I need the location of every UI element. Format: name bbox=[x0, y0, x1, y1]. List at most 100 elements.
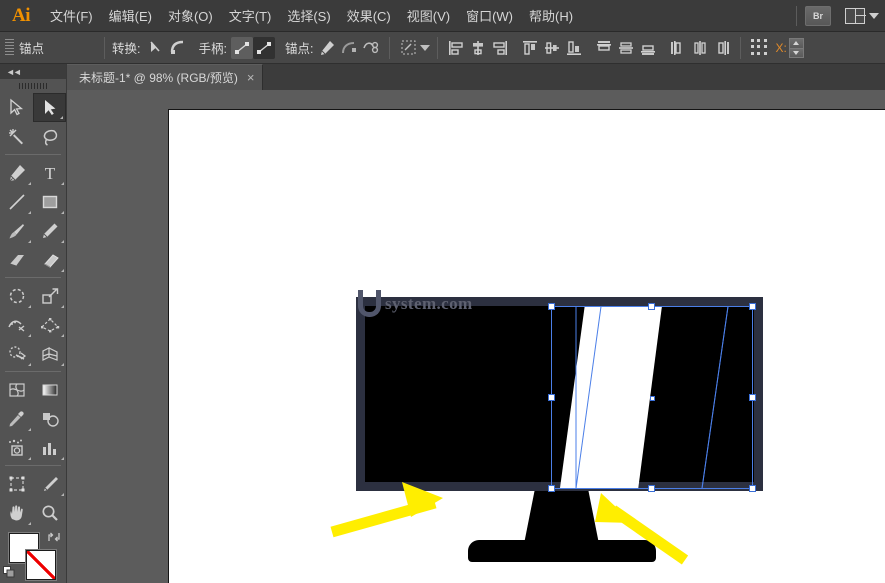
tool-eyedropper[interactable] bbox=[0, 404, 33, 433]
distribute-middle-icon[interactable] bbox=[615, 37, 637, 59]
monitor-bezel[interactable]: system.com bbox=[356, 290, 763, 491]
tool-artboard[interactable] bbox=[0, 469, 33, 498]
menu-file[interactable]: 文件(F) bbox=[42, 0, 101, 32]
menu-effect[interactable]: 效果(C) bbox=[339, 0, 399, 32]
tool-pen[interactable] bbox=[0, 158, 33, 187]
stepper-up-button[interactable] bbox=[788, 37, 804, 48]
remove-anchor-pen-icon[interactable] bbox=[316, 37, 338, 59]
menu-type[interactable]: 文字(T) bbox=[221, 0, 280, 32]
handle-bottom-left[interactable] bbox=[548, 485, 555, 492]
isolation-label: X: bbox=[775, 40, 787, 55]
align-middle-vertical-icon[interactable] bbox=[541, 37, 563, 59]
canvas-workspace[interactable]: system.com bbox=[67, 90, 885, 583]
tool-blob-brush[interactable] bbox=[0, 245, 33, 274]
distribute-bottom-icon[interactable] bbox=[637, 37, 659, 59]
tool-mesh[interactable] bbox=[0, 375, 33, 404]
tool-flyout-indicator bbox=[61, 457, 64, 460]
tool-direct-selection[interactable] bbox=[33, 93, 66, 122]
tool-line-segment[interactable] bbox=[0, 187, 33, 216]
bridge-icon[interactable]: Br bbox=[805, 5, 831, 26]
stroke-color-swatch[interactable] bbox=[26, 550, 56, 580]
highlight-shape[interactable] bbox=[560, 306, 662, 488]
monitor-screen[interactable] bbox=[365, 306, 754, 488]
tool-pencil[interactable] bbox=[33, 216, 66, 245]
convert-to-corner-icon[interactable] bbox=[144, 37, 166, 59]
distribute-left-icon[interactable] bbox=[667, 37, 689, 59]
handle-bottom-center[interactable] bbox=[648, 485, 655, 492]
distribute-top-icon[interactable] bbox=[593, 37, 615, 59]
tool-slice[interactable] bbox=[33, 469, 66, 498]
tool-magic-wand[interactable] bbox=[0, 122, 33, 151]
menu-object[interactable]: 对象(O) bbox=[160, 0, 221, 32]
tool-rectangle[interactable] bbox=[33, 187, 66, 216]
tool-selection[interactable] bbox=[0, 93, 33, 122]
document-tab[interactable]: 未标题-1* @ 98% (RGB/预览) × bbox=[67, 64, 264, 90]
artboard[interactable]: system.com bbox=[168, 109, 885, 583]
align-bottom-icon[interactable] bbox=[563, 37, 585, 59]
handle-top-right[interactable] bbox=[749, 303, 756, 310]
tool-type[interactable]: T bbox=[33, 158, 66, 187]
align-left-icon[interactable] bbox=[445, 37, 467, 59]
tools-divider-3 bbox=[5, 371, 61, 372]
tool-lasso[interactable] bbox=[33, 122, 66, 151]
monitor-stand-neck[interactable] bbox=[524, 491, 599, 544]
tool-shape-builder[interactable] bbox=[0, 339, 33, 368]
cut-path-icon[interactable] bbox=[338, 37, 360, 59]
menu-help[interactable]: 帮助(H) bbox=[521, 0, 581, 32]
tool-symbol-sprayer[interactable] bbox=[0, 433, 33, 462]
align-top-icon[interactable] bbox=[519, 37, 541, 59]
handle-bottom-right[interactable] bbox=[749, 485, 756, 492]
tool-free-transform[interactable] bbox=[33, 310, 66, 339]
close-icon[interactable]: × bbox=[247, 70, 255, 85]
connect-anchor-icon[interactable] bbox=[360, 37, 382, 59]
menu-edit[interactable]: 编辑(E) bbox=[101, 0, 160, 32]
show-handles-icon[interactable] bbox=[230, 36, 253, 59]
tool-width[interactable] bbox=[0, 310, 33, 339]
convert-to-smooth-icon[interactable] bbox=[166, 37, 188, 59]
isolation-stepper[interactable] bbox=[788, 37, 804, 58]
transform-icon[interactable] bbox=[397, 37, 419, 59]
menu-view[interactable]: 视图(V) bbox=[399, 0, 458, 32]
align-to-panel-icon[interactable] bbox=[748, 37, 770, 59]
tool-flyout-indicator bbox=[28, 334, 31, 337]
control-divider-2 bbox=[389, 36, 391, 59]
tool-scale[interactable] bbox=[33, 281, 66, 310]
tool-hand[interactable] bbox=[0, 498, 33, 527]
transform-chevron-down-icon[interactable] bbox=[420, 44, 431, 51]
handles-label: 手柄: bbox=[198, 42, 227, 56]
tool-eraser[interactable] bbox=[33, 245, 66, 274]
stepper-down-button[interactable] bbox=[788, 47, 804, 58]
distribute-right-icon[interactable] bbox=[711, 37, 733, 59]
default-fill-stroke-icon[interactable] bbox=[3, 566, 16, 579]
tool-flyout-indicator bbox=[28, 240, 31, 243]
handle-middle-left[interactable] bbox=[548, 394, 555, 401]
hide-handles-icon[interactable] bbox=[252, 36, 275, 59]
control-divider-4 bbox=[740, 36, 742, 59]
align-right-icon[interactable] bbox=[489, 37, 511, 59]
distribute-center-icon[interactable] bbox=[689, 37, 711, 59]
control-bar: 锚点 转换: 手柄: 锚点: X: bbox=[0, 32, 885, 64]
align-center-horizontal-icon[interactable] bbox=[467, 37, 489, 59]
tool-column-graph[interactable] bbox=[33, 433, 66, 462]
tool-flyout-indicator bbox=[61, 240, 64, 243]
control-bar-grip[interactable] bbox=[5, 39, 14, 56]
tool-paintbrush[interactable] bbox=[0, 216, 33, 245]
anchor-label: 锚点: bbox=[284, 42, 314, 56]
handle-top-left[interactable] bbox=[548, 303, 555, 310]
tools-grid-view bbox=[0, 469, 66, 527]
collapse-panel-button[interactable]: ◄◄ bbox=[0, 64, 66, 79]
monitor-stand-base[interactable] bbox=[468, 540, 656, 562]
tool-rotate[interactable] bbox=[0, 281, 33, 310]
none-indicator-icon bbox=[27, 551, 55, 579]
handle-top-center[interactable] bbox=[648, 303, 655, 310]
tool-perspective-grid[interactable] bbox=[33, 339, 66, 368]
arrange-documents-button[interactable] bbox=[845, 7, 879, 24]
menu-window[interactable]: 窗口(W) bbox=[458, 0, 521, 32]
tool-blend[interactable] bbox=[33, 404, 66, 433]
tool-gradient[interactable] bbox=[33, 375, 66, 404]
tool-zoom[interactable] bbox=[33, 498, 66, 527]
handle-middle-right[interactable] bbox=[749, 394, 756, 401]
menu-select[interactable]: 选择(S) bbox=[279, 0, 338, 32]
swap-fill-stroke-icon[interactable] bbox=[47, 530, 61, 544]
tools-panel-grip[interactable] bbox=[0, 79, 66, 93]
